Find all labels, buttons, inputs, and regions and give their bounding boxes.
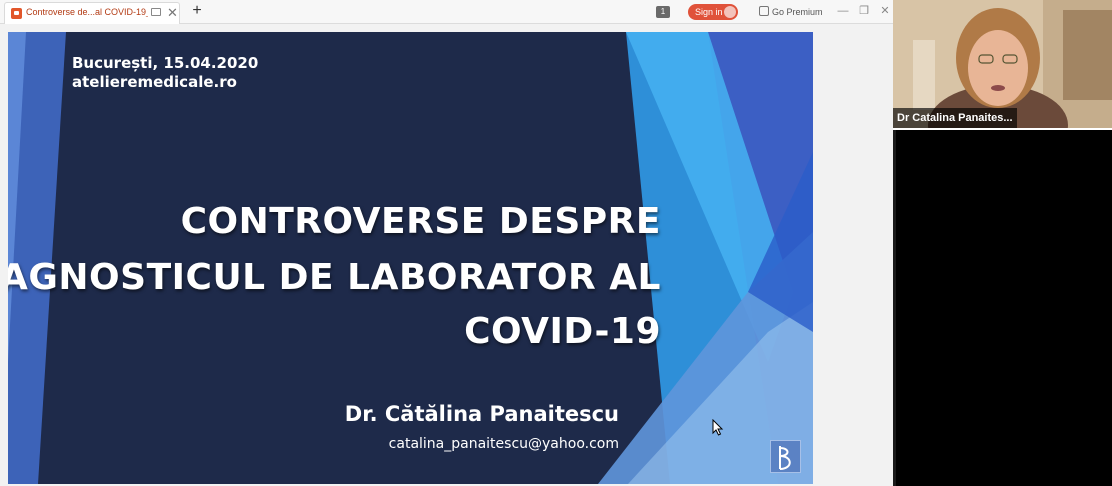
go-premium-label: Go Premium (772, 7, 823, 17)
sign-in-button[interactable]: Sign in (688, 4, 738, 20)
participant-name-label: Dr Catalina Panaites... (893, 108, 1017, 128)
restore-icon[interactable]: ❐ (857, 3, 871, 19)
meeting-window: Controverse de...al COVID-19_CP ✕ + 1 Si… (0, 0, 1112, 486)
document-viewer: Controverse de...al COVID-19_CP ✕ + 1 Si… (0, 0, 893, 486)
slide-date: București, 15.04.2020 (72, 54, 259, 72)
minimize-icon[interactable]: — (836, 3, 850, 19)
tab-bar: Controverse de...al COVID-19_CP ✕ + 1 Si… (0, 0, 893, 24)
participant-video[interactable]: Dr Catalina Panaites... (893, 0, 1112, 130)
empty-video-area (896, 130, 1112, 486)
logo-glyph (779, 446, 791, 470)
slide-title-line-1: CONTROVERSE DESPRE (180, 201, 661, 242)
slide-title-line-2: DIAGNOSTICUL DE LABORATOR AL (8, 257, 661, 298)
go-premium-button[interactable]: Go Premium (759, 5, 823, 19)
document-tab[interactable]: Controverse de...al COVID-19_CP ✕ (4, 2, 180, 24)
slide-title-line-3: COVID-19 (464, 311, 661, 352)
close-tab-icon[interactable]: ✕ (167, 4, 178, 22)
slide-email: catalina_panaitescu@yahoo.com (388, 436, 619, 452)
mouse-cursor-icon (712, 419, 724, 436)
video-panel: Dr Catalina Panaites... (893, 0, 1112, 486)
present-icon[interactable] (151, 8, 161, 16)
tab-title: Controverse de...al COVID-19_CP (26, 7, 148, 17)
slide-author: Dr. Cătălina Panaitescu (344, 402, 619, 426)
presentation-file-icon (11, 8, 22, 19)
premium-icon (759, 6, 769, 16)
slide-website: atelieremedicale.ro (72, 73, 237, 91)
close-window-icon[interactable]: ✕ (878, 3, 892, 19)
user-avatar-icon (724, 6, 736, 18)
tab-count-badge[interactable]: 1 (656, 6, 670, 18)
new-tab-button[interactable]: + (189, 1, 205, 21)
presentation-slide: București, 15.04.2020 atelieremedicale.r… (8, 32, 813, 484)
organization-logo (770, 440, 801, 473)
sign-in-label: Sign in (695, 7, 723, 17)
